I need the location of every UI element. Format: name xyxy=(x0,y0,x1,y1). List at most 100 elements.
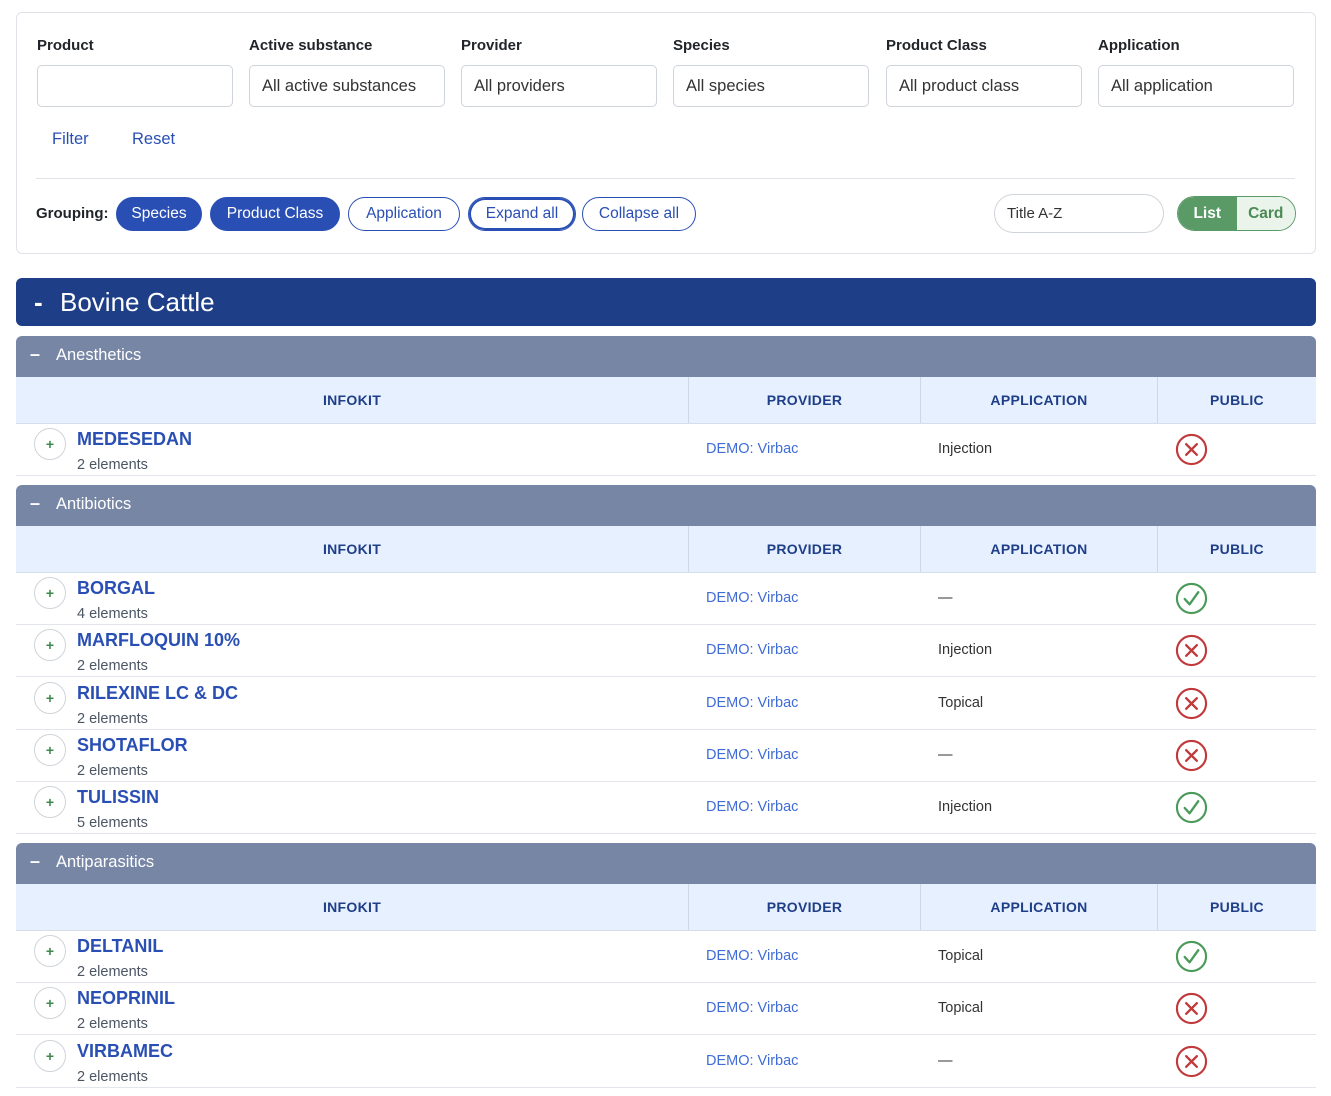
group-product-class-button[interactable]: Product Class xyxy=(210,197,340,231)
list-view-button[interactable]: List xyxy=(1178,197,1237,230)
expand-row-button[interactable]: + xyxy=(34,786,66,819)
application-value: Topical xyxy=(938,694,984,711)
expand-row-button[interactable]: + xyxy=(34,428,66,460)
expand-row-button[interactable]: + xyxy=(34,733,66,766)
infokit-name-link[interactable]: NEOPRINIL xyxy=(77,988,175,1009)
provider-link[interactable]: DEMO: Virbac xyxy=(706,441,798,457)
filter-button[interactable]: Filter xyxy=(52,130,89,149)
application-select[interactable]: All application xyxy=(1098,65,1294,107)
column-header-provider[interactable]: PROVIDER xyxy=(689,377,921,423)
column-header-public[interactable]: PUBLIC xyxy=(1158,377,1316,423)
collapse-species-toggle[interactable]: - xyxy=(34,287,43,318)
collapse-class-toggle[interactable]: – xyxy=(30,493,40,514)
group-application-button[interactable]: Application xyxy=(348,197,460,231)
species-filter: Species All species xyxy=(673,37,869,107)
application-value: — xyxy=(938,590,953,606)
provider-label: Provider xyxy=(461,37,522,54)
infokit-name-link[interactable]: RILEXINE LC & DC xyxy=(77,683,238,704)
provider-link[interactable]: DEMO: Virbac xyxy=(706,799,798,815)
provider-link[interactable]: DEMO: Virbac xyxy=(706,695,798,711)
provider-link[interactable]: DEMO: Virbac xyxy=(706,1000,798,1016)
grouping-label: Grouping: xyxy=(36,205,109,222)
application-value: Injection xyxy=(938,441,993,457)
species-select[interactable]: All species xyxy=(673,65,869,107)
provider-link[interactable]: DEMO: Virbac xyxy=(706,747,798,763)
column-header-public[interactable]: PUBLIC xyxy=(1158,526,1316,572)
expand-all-button[interactable]: Expand all xyxy=(468,197,576,231)
expand-row-button[interactable]: + xyxy=(34,577,66,609)
species-label: Species xyxy=(673,37,730,54)
column-header-infokit[interactable]: INFOKIT xyxy=(16,377,689,423)
infokit-name-link[interactable]: MEDESEDAN xyxy=(77,429,192,450)
table-row: + TULISSIN 5 elements DEMO: Virbac Injection xyxy=(16,782,1316,835)
element-count: 4 elements xyxy=(77,606,148,622)
column-header-provider[interactable]: PROVIDER xyxy=(689,526,921,572)
application-value: Topical xyxy=(938,1000,984,1017)
element-count: 2 elements xyxy=(77,457,148,473)
product-search-input[interactable] xyxy=(37,65,233,107)
infokit-name-link[interactable]: BORGAL xyxy=(77,578,155,599)
table-row: + MEDESEDAN 2 elements DEMO: Virbac Injectio… xyxy=(16,424,1316,476)
active-substance-select[interactable]: All active substances xyxy=(249,65,445,107)
table-row: + DELTANIL 2 elements DEMO: Virbac Topical xyxy=(16,931,1316,983)
reset-button[interactable]: Reset xyxy=(132,130,175,149)
product-class-header[interactable]: – Antiparasitics xyxy=(16,843,1316,884)
expand-row-button[interactable]: + xyxy=(34,681,66,714)
element-count: 2 elements xyxy=(77,710,148,727)
column-header-infokit[interactable]: INFOKIT xyxy=(16,884,689,930)
product-class-header[interactable]: – Antibiotics xyxy=(16,485,1316,526)
table-row: + NEOPRINIL 2 elements DEMO: Virbac Topical xyxy=(16,983,1316,1036)
x-circle-icon xyxy=(1175,1045,1208,1078)
group-species-button[interactable]: Species xyxy=(116,197,202,231)
check-circle-icon xyxy=(1175,791,1208,824)
application-value: Injection xyxy=(938,642,993,659)
expand-row-button[interactable]: + xyxy=(34,629,66,662)
provider-link[interactable]: DEMO: Virbac xyxy=(706,948,798,964)
expand-row-button[interactable]: + xyxy=(34,987,66,1020)
product-class-title: Antibiotics xyxy=(56,495,132,513)
infokit-name-link[interactable]: MARFLOQUIN 10% xyxy=(77,630,240,651)
provider-link[interactable]: DEMO: Virbac xyxy=(706,642,798,658)
column-header-application[interactable]: APPLICATION xyxy=(921,377,1158,423)
application-filter: Application All application xyxy=(1098,37,1294,107)
product-class-title: Anesthetics xyxy=(56,346,142,364)
collapse-all-button[interactable]: Collapse all xyxy=(582,197,696,231)
infokit-name-link[interactable]: SHOTAFLOR xyxy=(77,735,188,756)
check-circle-icon xyxy=(1175,582,1208,615)
element-count: 2 elements xyxy=(77,658,148,675)
species-group-header[interactable]: - Bovine Cattle xyxy=(16,278,1316,326)
table-header: INFOKIT PROVIDER APPLICATION PUBLIC xyxy=(16,377,1316,424)
product-class-header[interactable]: – Anesthetics xyxy=(16,336,1316,377)
element-count: 2 elements xyxy=(77,1016,148,1033)
provider-filter: Provider All providers xyxy=(461,37,657,107)
column-header-application[interactable]: APPLICATION xyxy=(921,526,1158,572)
column-header-provider[interactable]: PROVIDER xyxy=(689,884,921,930)
column-header-infokit[interactable]: INFOKIT xyxy=(16,526,689,572)
provider-select[interactable]: All providers xyxy=(461,65,657,107)
infokit-name-link[interactable]: TULISSIN xyxy=(77,787,159,808)
check-circle-icon xyxy=(1175,940,1208,973)
column-header-application[interactable]: APPLICATION xyxy=(921,884,1158,930)
expand-row-button[interactable]: + xyxy=(34,1039,66,1072)
column-header-public[interactable]: PUBLIC xyxy=(1158,884,1316,930)
product-filter: Product xyxy=(37,37,233,107)
x-circle-icon xyxy=(1175,433,1208,466)
product-filter-label: Product xyxy=(37,37,94,54)
sort-select[interactable]: Title A-Z xyxy=(994,194,1164,233)
provider-link[interactable]: DEMO: Virbac xyxy=(706,590,798,606)
filter-panel: Product Active substance All active subs… xyxy=(16,12,1316,254)
product-class-select[interactable]: All product class xyxy=(886,65,1082,107)
collapse-class-toggle[interactable]: – xyxy=(30,851,40,872)
card-view-button[interactable]: Card xyxy=(1236,197,1295,230)
expand-row-button[interactable]: + xyxy=(34,935,66,967)
x-circle-icon xyxy=(1175,634,1208,667)
table-row: + RILEXINE LC & DC 2 elements DEMO: Virbac T… xyxy=(16,677,1316,730)
provider-link[interactable]: DEMO: Virbac xyxy=(706,1053,798,1069)
infokit-name-link[interactable]: DELTANIL xyxy=(77,936,163,957)
product-class-label: Product Class xyxy=(886,37,987,54)
collapse-class-toggle[interactable]: – xyxy=(30,344,40,365)
infokit-name-link[interactable]: VIRBAMEC xyxy=(77,1041,173,1062)
table-row: + BORGAL 4 elements DEMO: Virbac — xyxy=(16,573,1316,625)
element-count: 2 elements xyxy=(77,1068,148,1085)
application-value: Injection xyxy=(938,799,993,816)
